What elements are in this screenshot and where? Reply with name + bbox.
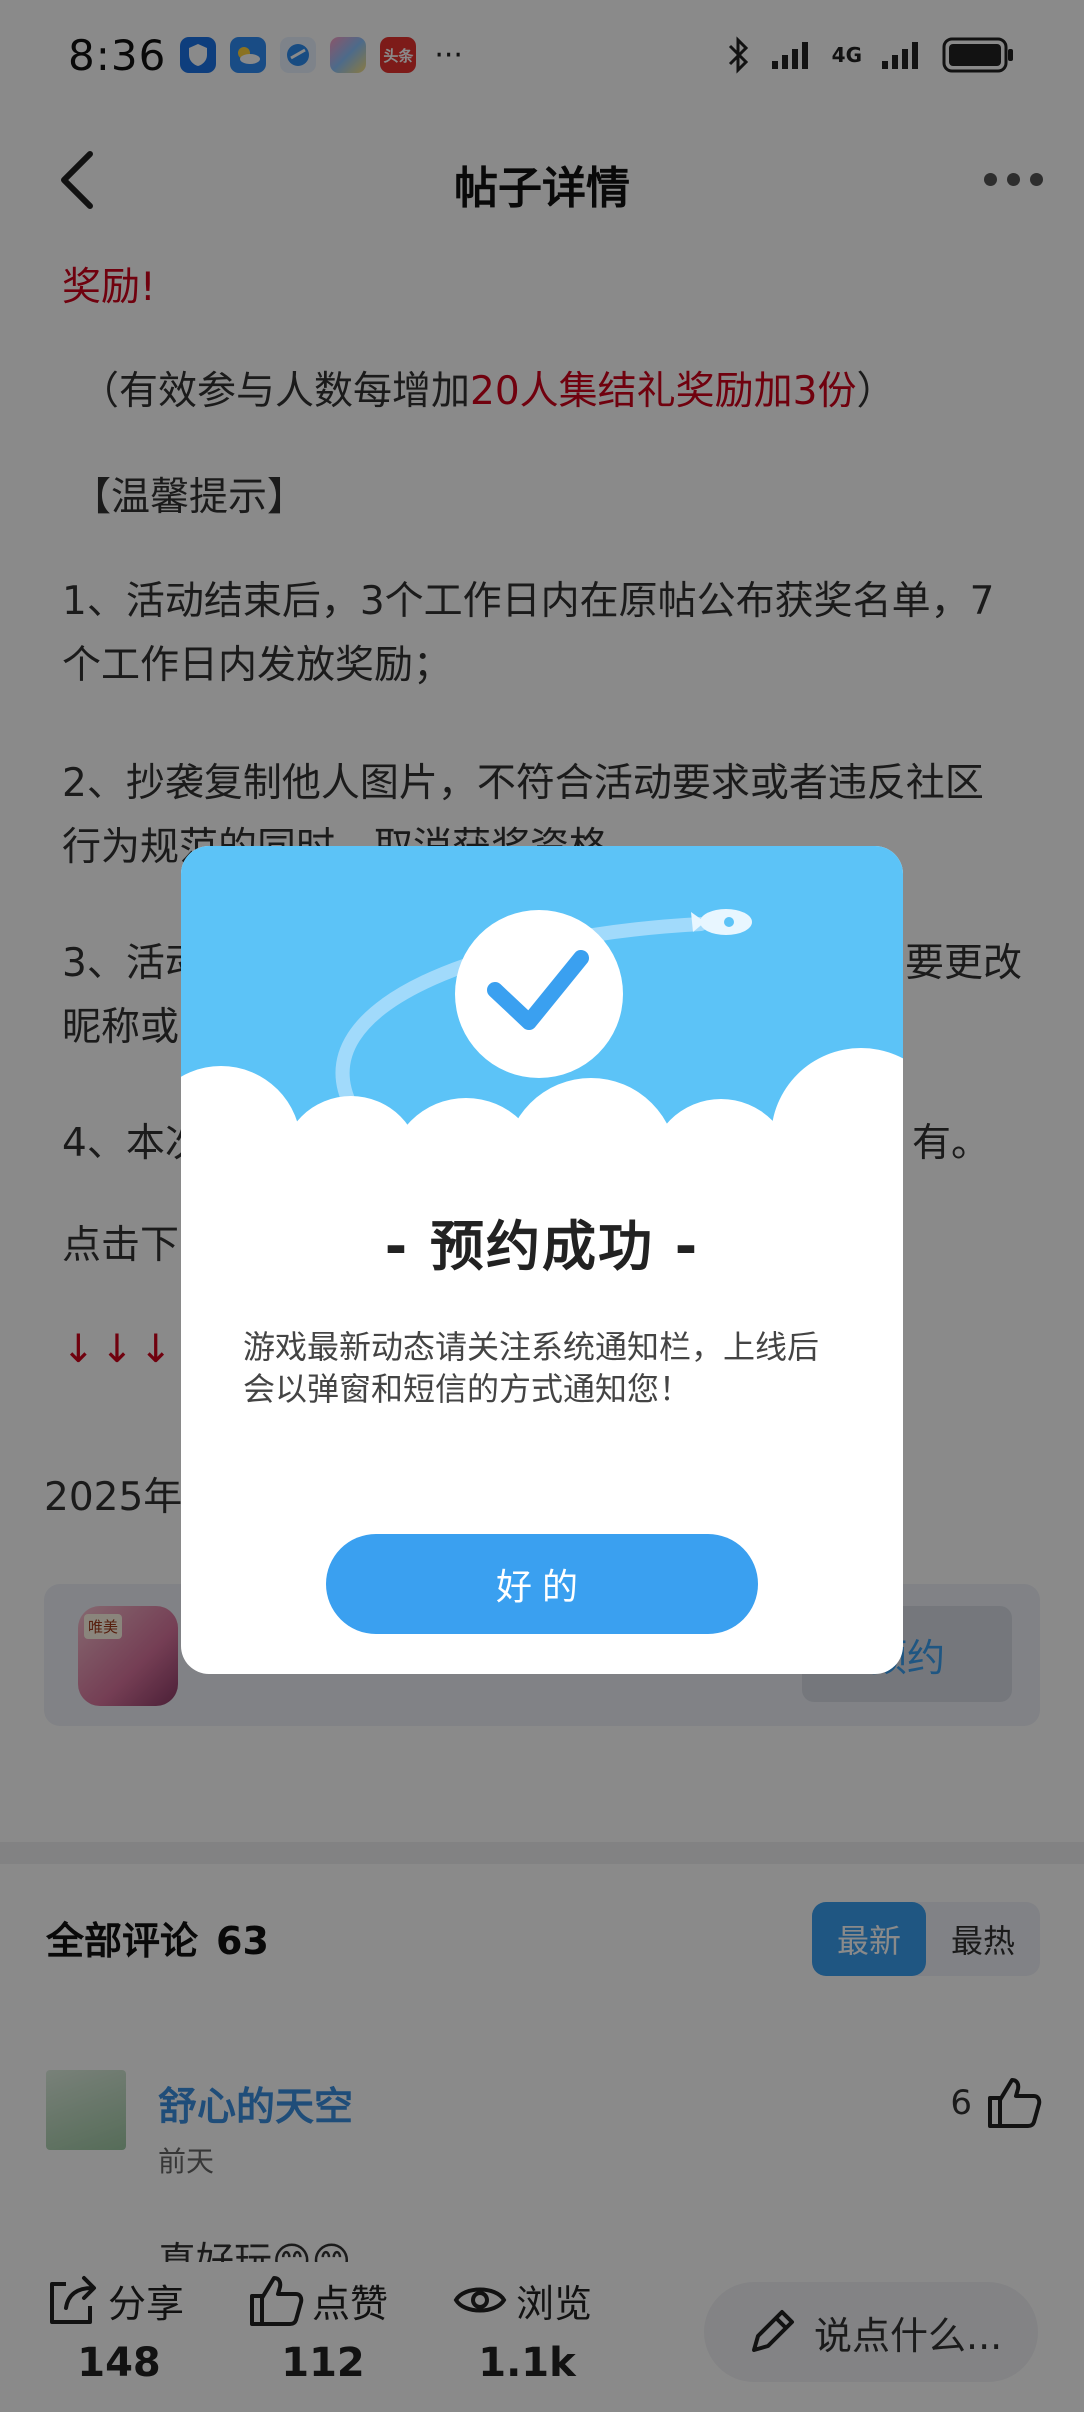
dialog-message: 游戏最新动态请关注系统通知栏，上线后会以弹窗和短信的方式通知您！ (243, 1328, 820, 1408)
success-illustration (181, 846, 903, 1176)
reservation-success-dialog: - 预约成功 - 游戏最新动态请关注系统通知栏，上线后会以弹窗和短信的方式通知您… (181, 846, 903, 1674)
ok-button[interactable]: 好的 (326, 1534, 758, 1634)
dialog-title: - 预约成功 - (384, 1215, 700, 1278)
